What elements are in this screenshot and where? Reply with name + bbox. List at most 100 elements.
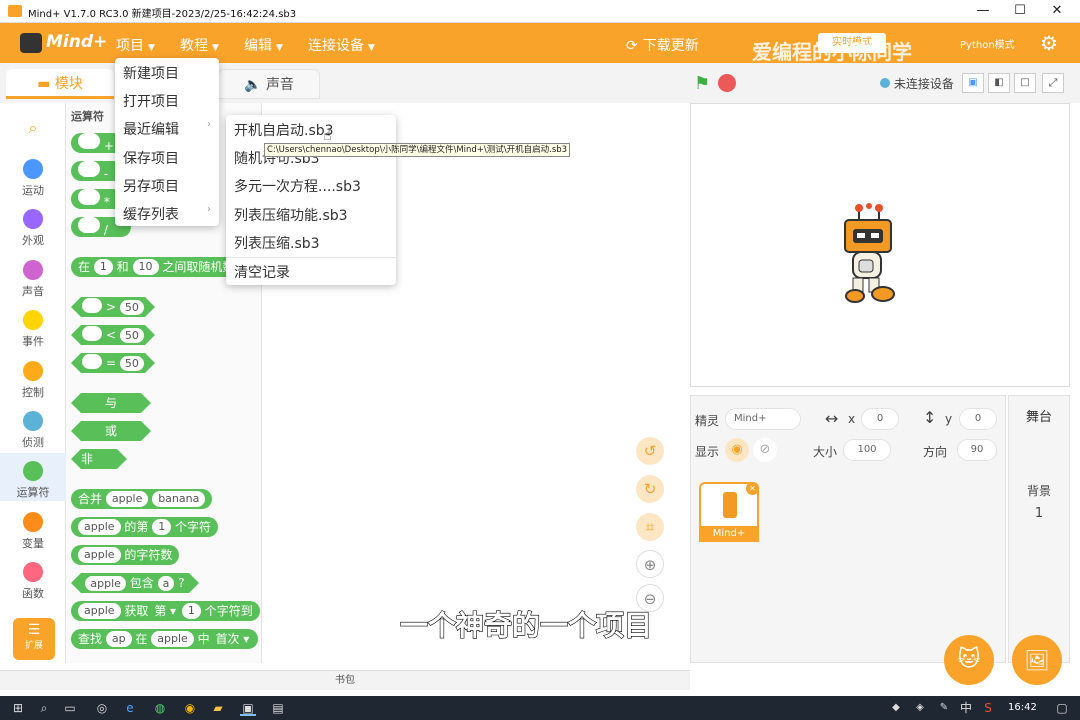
stage-canvas[interactable]: [690, 103, 1070, 387]
maximize-button[interactable]: ☐: [1003, 2, 1037, 20]
app-taskbar-icon[interactable]: ▤: [270, 700, 286, 716]
category-sensing[interactable]: 侦测: [0, 411, 66, 450]
mind-robot-sprite[interactable]: [839, 200, 899, 310]
mindplus-taskbar-icon[interactable]: ▣: [240, 700, 256, 716]
block-and[interactable]: 与: [71, 393, 151, 413]
clear-history[interactable]: 清空记录: [234, 262, 290, 282]
block-substring[interactable]: apple 获取 第 ▾ 1 个字符到: [71, 601, 260, 621]
minimize-button[interactable]: —: [966, 2, 1000, 20]
windows-taskbar: ⊞ ⌕ ▭ ◎ e ◍ ◉ ▰ ▣ ▤ ◆ ◈ ✎ 中 S 16:42 ▢: [0, 696, 1080, 720]
undo-button[interactable]: ↺: [636, 437, 664, 465]
green-flag-icon[interactable]: ⚑: [694, 73, 710, 94]
hide-eye-icon[interactable]: ⊘: [753, 438, 777, 462]
menu-save-as[interactable]: 另存项目: [123, 176, 179, 196]
close-icon[interactable]: ✕: [746, 482, 759, 495]
size-field[interactable]: 100: [843, 439, 891, 461]
file-explorer-icon[interactable]: ▰: [210, 700, 226, 716]
fullscreen-icon[interactable]: ⤢: [1042, 73, 1064, 93]
sprite-info-panel: 精灵 Mind+ ↔ x 0 ↕ y 0 显示 ◉ ⊘ 大小 100 方向 90…: [690, 395, 1006, 663]
zoom-in-button[interactable]: ⊕: [636, 550, 664, 578]
settings-gear-icon[interactable]: ⚙: [1040, 31, 1058, 55]
menu-new-project[interactable]: 新建项目: [123, 63, 179, 83]
notification-icon[interactable]: ▢: [1054, 700, 1070, 716]
block-find[interactable]: 查找 ap 在 apple 中 首次 ▾: [71, 629, 259, 649]
recent-item[interactable]: 列表压缩.sb3: [234, 233, 320, 253]
windows-start-icon[interactable]: ⊞: [10, 700, 26, 716]
sprite-name-field[interactable]: Mind+: [725, 408, 801, 430]
category-search[interactable]: ⌕: [0, 118, 66, 138]
menu-connect[interactable]: 连接设备 ▼: [308, 35, 375, 55]
close-button[interactable]: ✕: [1040, 2, 1074, 20]
menu-tutorial[interactable]: 教程 ▼: [180, 35, 219, 55]
add-backdrop-button[interactable]: 🖼: [1012, 635, 1062, 685]
chrome-icon[interactable]: ◉: [182, 700, 198, 716]
file-path-tooltip: C:\Users\chennao\Desktop\小陈同学\编程文件\Mind+…: [264, 143, 571, 157]
recent-item[interactable]: 开机自启动.sb3: [234, 120, 334, 140]
category-control[interactable]: 控制: [0, 361, 66, 400]
category-operators[interactable]: 运算符: [0, 453, 66, 501]
sprite-thumbnail[interactable]: ✕ Mind+: [699, 482, 759, 542]
mind-logo[interactable]: Mind+: [20, 30, 107, 56]
redo-button[interactable]: ↻: [636, 475, 664, 503]
connection-status[interactable]: 未连接设备: [880, 75, 954, 92]
block-greater-than[interactable]: > 50: [71, 297, 155, 317]
category-sound[interactable]: 声音: [0, 260, 66, 299]
layout-small-stage-icon[interactable]: ▣: [962, 73, 984, 93]
extension-button[interactable]: ☰ 扩展: [13, 618, 55, 660]
layout-large-stage-icon[interactable]: □: [1014, 73, 1036, 93]
category-motion[interactable]: 运动: [0, 159, 66, 198]
layout-normal-stage-icon[interactable]: ◧: [988, 73, 1010, 93]
ime-label[interactable]: 中: [958, 700, 974, 716]
download-update[interactable]: ⟳ 下载更新: [626, 35, 699, 55]
category-looks[interactable]: 外观: [0, 209, 66, 248]
edge-browser-icon[interactable]: e: [122, 700, 138, 716]
y-field[interactable]: 0: [959, 408, 997, 430]
clock[interactable]: 16:42: [1008, 702, 1037, 713]
tab-blocks[interactable]: ▬ 模块: [6, 69, 114, 99]
direction-field[interactable]: 90: [957, 439, 997, 461]
caret-down-icon: ▼: [368, 43, 375, 53]
backpack-bar[interactable]: 书包: [0, 670, 690, 690]
block-less-than[interactable]: < 50: [71, 325, 155, 345]
menu-edit-label: 编辑: [244, 38, 272, 54]
tray-icon[interactable]: ◈: [912, 700, 928, 716]
wechat-icon[interactable]: ◍: [152, 700, 168, 716]
tray-shield-icon[interactable]: ◆: [888, 700, 904, 716]
search-icon: ⌕: [28, 118, 38, 137]
stage-select-panel[interactable]: 舞台 背景 1: [1008, 395, 1070, 663]
add-sprite-button[interactable]: 🐱: [944, 635, 994, 685]
block-random[interactable]: 在 1 和 10 之间取随机数: [71, 257, 242, 277]
python-mode-label[interactable]: Python模式: [960, 36, 1015, 51]
block-contains[interactable]: apple 包含 a ?: [71, 573, 199, 593]
menu-save-project[interactable]: 保存项目: [123, 148, 179, 168]
recent-item[interactable]: 列表压缩功能.sb3: [234, 205, 348, 225]
x-field[interactable]: 0: [861, 408, 899, 430]
sogou-ime-icon[interactable]: S: [980, 700, 996, 716]
category-variables[interactable]: 变量: [0, 512, 66, 551]
tab-sound[interactable]: 🔈 声音: [218, 69, 320, 99]
crop-icon[interactable]: ⌗: [636, 513, 664, 541]
task-view-icon[interactable]: ▭: [62, 700, 78, 716]
stop-button[interactable]: [718, 74, 736, 92]
block-equals[interactable]: = 50: [71, 353, 155, 373]
block-join[interactable]: 合并 apple banana: [71, 489, 213, 509]
menu-open-project[interactable]: 打开项目: [123, 91, 179, 111]
block-not[interactable]: 非: [71, 449, 127, 469]
block-letter-of[interactable]: apple 的第 1 个字符: [71, 517, 219, 537]
tab-blocks-label: 模块: [54, 76, 83, 92]
app-icon: [8, 5, 22, 17]
recent-item[interactable]: 多元一次方程....sb3: [234, 176, 361, 196]
menu-project[interactable]: 项目 ▼: [116, 35, 155, 55]
search-icon[interactable]: ⌕: [36, 700, 52, 716]
block-length-of[interactable]: apple 的字符数: [71, 545, 180, 565]
menu-recent[interactable]: 最近编辑 ›: [123, 119, 211, 139]
tray-icon[interactable]: ✎: [936, 700, 952, 716]
menu-cache-list[interactable]: 缓存列表 ›: [123, 204, 211, 224]
category-functions[interactable]: 函数: [0, 562, 66, 601]
network-globe-icon[interactable]: ◎: [94, 700, 110, 716]
menu-edit[interactable]: 编辑 ▼: [244, 35, 283, 55]
block-or[interactable]: 或: [71, 421, 151, 441]
category-events[interactable]: 事件: [0, 310, 66, 349]
show-eye-icon[interactable]: ◉: [725, 438, 749, 462]
category-dot: [23, 411, 43, 431]
